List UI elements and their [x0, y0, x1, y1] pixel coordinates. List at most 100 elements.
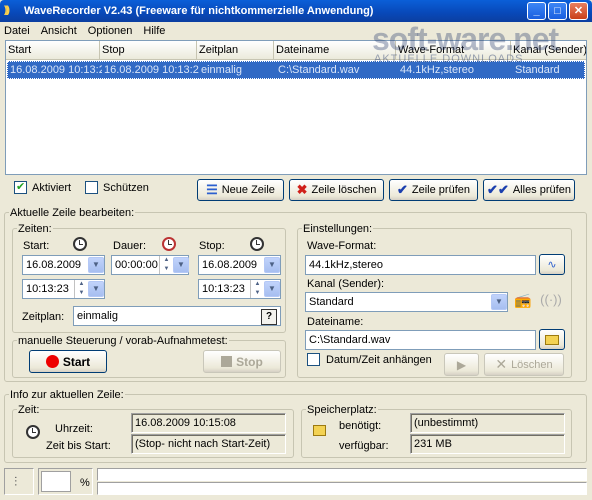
verfuegbar-display: 231 MB [410, 434, 565, 454]
menu-optionen[interactable]: Optionen [88, 25, 133, 37]
einstellungen-title: Einstellungen: [302, 223, 374, 235]
delete-icon: ✖ [296, 182, 308, 197]
zeit-bis-start-label: Zeit bis Start: [46, 440, 111, 452]
stop-time-spinner[interactable]: ▲ ▼ [250, 280, 264, 298]
kanal-label: Kanal (Sender): [307, 278, 385, 290]
radio-device-icon[interactable]: 📻 [512, 292, 534, 312]
info-clock-icon [26, 425, 40, 439]
speicherplatz-title: Speicherplatz: [306, 404, 378, 416]
signal-icon[interactable]: ((·)) [540, 292, 562, 312]
loeschen-button[interactable]: ✕ Löschen [484, 353, 564, 376]
zeile-pruefen-label: Zeile prüfen [411, 184, 470, 196]
zeitplan-input[interactable]: einmalig [73, 306, 281, 326]
schuetzen-check-icon[interactable] [85, 181, 98, 194]
start-time-dropdown-icon[interactable]: ▼ [88, 281, 104, 297]
cell-dateiname: C:\Standard.wav [278, 64, 360, 76]
benoetigt-value: (unbestimmt) [414, 417, 479, 429]
stop-record-button[interactable]: Stop [203, 350, 281, 373]
col-dateiname[interactable]: Dateiname [274, 41, 396, 59]
stop-record-label: Stop [236, 354, 263, 369]
menu-datei[interactable]: Datei [4, 25, 30, 37]
status-percent-pane: % [38, 468, 93, 495]
level-bar-right [97, 482, 587, 495]
zeile-loeschen-button[interactable]: ✖ Zeile löschen [289, 179, 384, 201]
zeiten-title: Zeiten: [17, 223, 53, 235]
alles-pruefen-button[interactable]: ✔✔ Alles prüfen [483, 179, 575, 201]
start-record-label: Start [62, 354, 91, 369]
start-label: Start: [23, 240, 50, 252]
cell-stop: 16.08.2009 10:13:23 [104, 64, 199, 76]
stop-square-icon [221, 356, 233, 367]
col-wave-format[interactable]: Wave-Format [396, 41, 511, 59]
dauer-dropdown-icon[interactable]: ▼ [173, 257, 189, 273]
stopwatch-icon [162, 237, 176, 251]
start-date-dropdown-icon[interactable]: ▼ [88, 257, 104, 273]
col-start[interactable]: Start [6, 41, 100, 59]
col-zeitplan[interactable]: Zeitplan [197, 41, 274, 59]
stop-date-dropdown-icon[interactable]: ▼ [264, 257, 280, 273]
neue-zeile-label: Neue Zeile [221, 184, 275, 196]
start-record-button[interactable]: Start [29, 350, 107, 373]
dauer-spinner[interactable]: ▲ ▼ [159, 256, 173, 274]
check-icon: ✔ [397, 182, 408, 197]
maximize-button[interactable]: □ [548, 2, 567, 20]
drive-icon [313, 425, 326, 436]
stop-label: Stop: [199, 240, 225, 252]
wave-format-field[interactable]: 44.1kHz,stereo [305, 255, 536, 275]
neue-zeile-button[interactable]: ☰ Neue Zeile [197, 179, 284, 201]
start-clock-icon [73, 237, 87, 251]
zeitplan-help-icon[interactable]: ? [261, 309, 277, 325]
start-time-spinner[interactable]: ▲ ▼ [74, 280, 88, 298]
zeile-pruefen-button[interactable]: ✔ Zeile prüfen [389, 179, 478, 201]
zeitplan-value: einmalig [77, 310, 118, 322]
aktiviert-check-icon[interactable] [14, 180, 27, 194]
start-time-value: 10:13:23 [26, 283, 69, 295]
waveform-icon: ∿ [547, 259, 557, 271]
dateiname-value: C:\Standard.wav [309, 334, 391, 346]
dateiname-field[interactable]: C:\Standard.wav [305, 330, 536, 350]
kanal-value: Standard [309, 296, 354, 308]
table-row[interactable]: 16.08.2009 10:13:23 16.08.2009 10:13:23 … [7, 61, 585, 79]
info-group-title: Info zur aktuellen Zeile: [9, 389, 125, 401]
stop-date-value: 16.08.2009 [202, 259, 258, 271]
menu-bar: Datei Ansicht Optionen Hilfe [0, 22, 592, 39]
datum-checkbox[interactable]: Datum/Zeit anhängen [307, 353, 432, 366]
wave-format-button[interactable]: ∿ [539, 254, 565, 275]
menu-ansicht[interactable]: Ansicht [41, 25, 77, 37]
percent-sign: % [80, 477, 90, 489]
benoetigt-display: (unbestimmt) [410, 413, 565, 433]
cell-wave-format: 44.1kHz,stereo [400, 64, 474, 76]
kanal-dropdown-icon[interactable]: ▼ [491, 294, 507, 310]
level-meter-icon: ⫶ [14, 474, 18, 489]
schedule-list[interactable]: Start Stop Zeitplan Dateiname Wave-Forma… [5, 40, 587, 175]
start-date-value: 16.08.2009 [26, 259, 82, 271]
aktiviert-checkbox[interactable]: Aktiviert [14, 180, 71, 194]
minimize-button[interactable]: _ [527, 2, 546, 20]
kanal-select[interactable]: Standard [305, 292, 508, 312]
check-all-icon: ✔✔ [487, 182, 509, 197]
stop-time-dropdown-icon[interactable]: ▼ [264, 281, 280, 297]
menu-hilfe[interactable]: Hilfe [143, 25, 165, 37]
dateiname-label: Dateiname: [307, 316, 364, 328]
datum-check-icon[interactable] [307, 353, 320, 366]
uhrzeit-value: 16.08.2009 10:15:08 [135, 417, 236, 429]
zeit-title: Zeit: [17, 404, 41, 416]
col-stop[interactable]: Stop [100, 41, 197, 59]
datum-label: Datum/Zeit anhängen [326, 353, 432, 366]
wave-format-label: Wave-Format: [307, 240, 377, 252]
zeit-bis-start-value: (Stop- nicht nach Start-Zeit) [135, 438, 271, 450]
uhrzeit-display: 16.08.2009 10:15:08 [131, 413, 286, 433]
schuetzen-checkbox[interactable]: Schützen [85, 181, 149, 194]
percent-display [41, 471, 71, 492]
play-button[interactable]: ▶ [444, 353, 479, 376]
dauer-value: 00:00:00 [115, 259, 158, 271]
cell-start: 16.08.2009 10:13:23 [10, 64, 102, 76]
folder-icon [545, 334, 559, 345]
status-icon-pane: ⫶ [4, 468, 34, 495]
browse-button[interactable] [539, 329, 565, 350]
title-bar: ))) WaveRecorder V2.43 (Freeware für nic… [0, 0, 592, 22]
dauer-label: Dauer: [113, 240, 147, 252]
col-kanal[interactable]: Kanal (Sender) [511, 41, 586, 59]
close-button[interactable]: ✕ [569, 2, 588, 20]
verfuegbar-value: 231 MB [414, 438, 452, 450]
